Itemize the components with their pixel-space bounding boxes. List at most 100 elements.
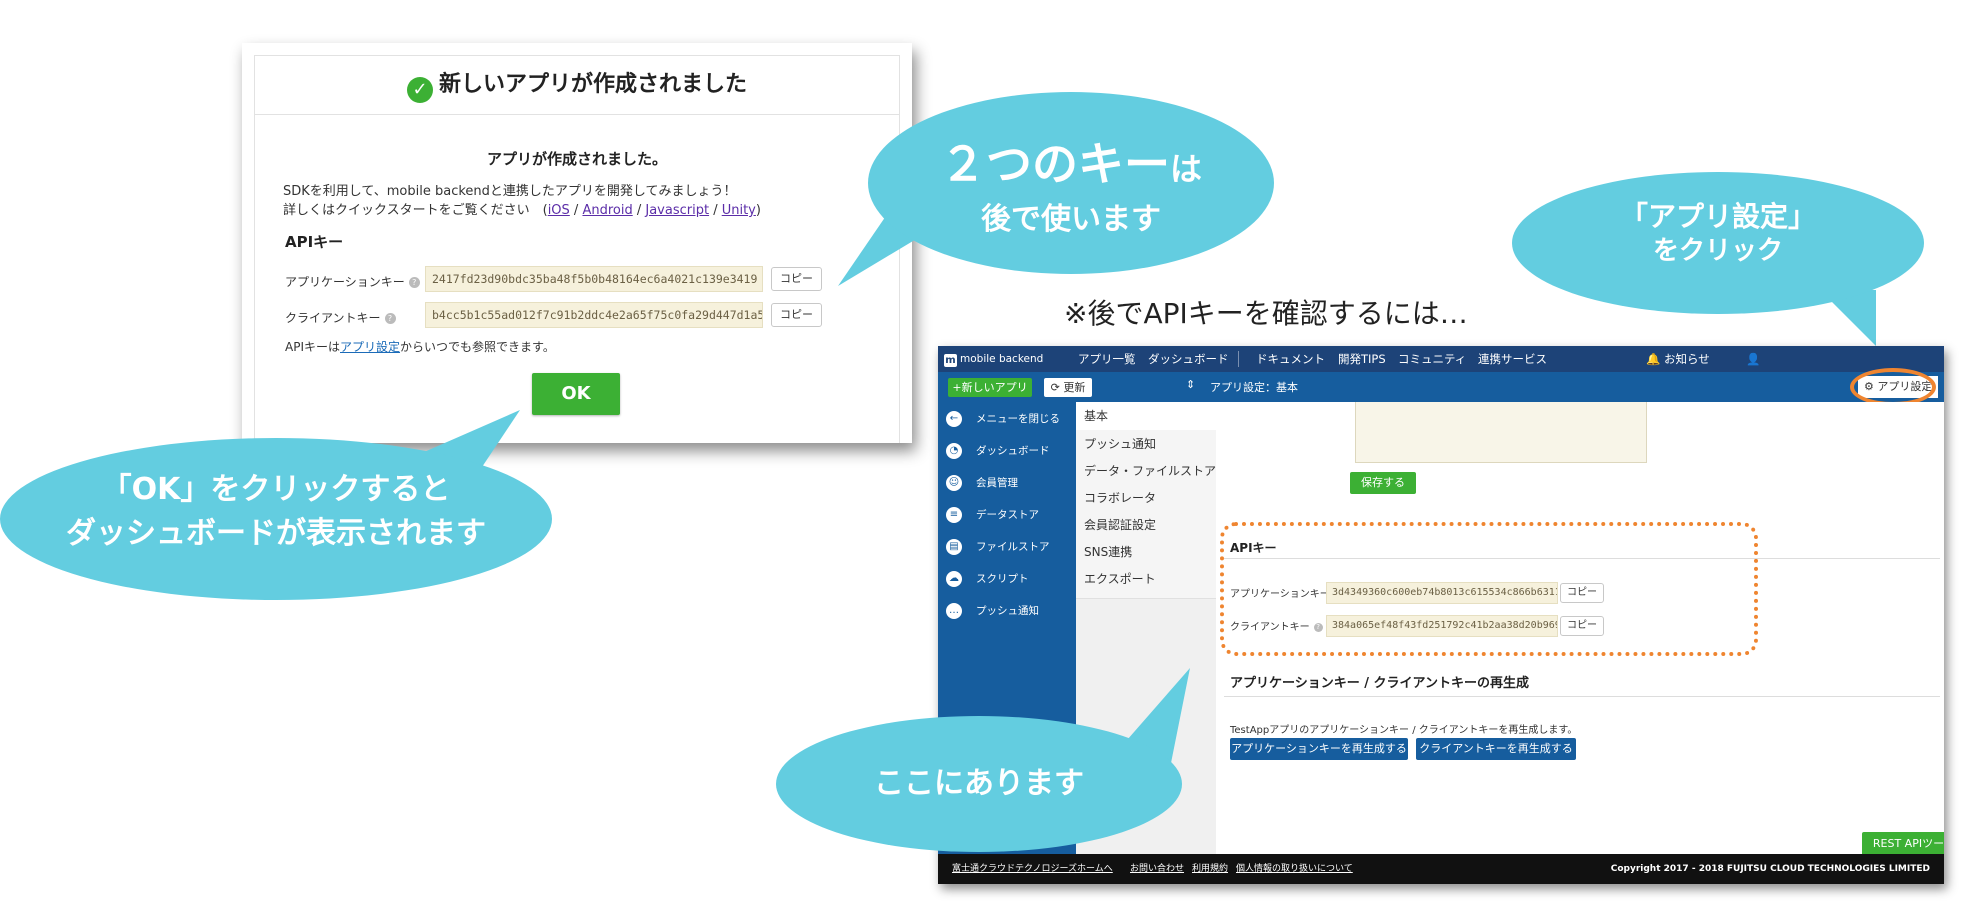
note-suffix: からいつでも参照できます。 (400, 340, 555, 354)
help-icon[interactable]: ? (408, 277, 420, 288)
sidebar-label: ファイルストア (976, 541, 1050, 553)
settings-highlight-circle (1850, 368, 1936, 406)
sidebar-item-dashboard[interactable]: ◔ ダッシュボード (938, 436, 1076, 466)
keys-bubble-small: は (1169, 150, 1202, 188)
sidebar-label: メニューを閉じる (976, 413, 1060, 425)
users-icon: ☺ (946, 475, 962, 491)
top-bar: m mobile backend アプリ一覧 ダッシュボード ドキュメント 開発T… (938, 346, 1944, 372)
sidebar-label: スクリプト (976, 573, 1029, 585)
nav-tips[interactable]: 開発TIPS (1338, 346, 1386, 372)
settings-bubble-line2: をクリック (1652, 236, 1783, 266)
regen-client-key-button[interactable]: クライアントキーを再生成する (1416, 738, 1576, 760)
nav-community[interactable]: コミュニティ (1398, 346, 1466, 372)
check-icon: ✓ (406, 77, 433, 103)
ok-bubble-text: 「OK」をクリックすると ダッシュボードが表示されます (0, 468, 552, 556)
sidebar-close-menu[interactable]: ← メニューを閉じる (938, 404, 1076, 434)
copy-client-key-button[interactable]: コピー (1560, 616, 1604, 636)
sidebar-label: ダッシュボード (976, 445, 1050, 457)
regen-heading: アプリケーションキー / クライアントキーの再生成 (1230, 676, 1530, 691)
description-textarea[interactable] (1355, 402, 1647, 463)
client-key-label-text: クライアントキー (1230, 622, 1310, 633)
logo-text: mobile backend (960, 353, 1044, 365)
link-unity[interactable]: Unity (722, 203, 756, 218)
nav-app-list[interactable]: アプリ一覧 (1078, 346, 1136, 372)
new-app-button[interactable]: +新しいアプリ (948, 378, 1032, 397)
dialog-subtitle: アプリが作成されました。 (486, 150, 667, 168)
help-icon[interactable]: ? (384, 313, 396, 324)
footer-link-home[interactable]: 富士通クラウドテクノロジーズホームへ (952, 854, 1113, 884)
note-heading: ※後でAPIキーを確認するには… (1064, 297, 1468, 330)
copyright: Copyright 2017 - 2018 FUJITSU CLOUD TECH… (1610, 864, 1930, 874)
nav-docs[interactable]: ドキュメント (1256, 346, 1325, 372)
ok-bubble-line1: 「OK」をクリックすると (101, 472, 451, 507)
submenu-export[interactable]: エクスポート (1076, 565, 1216, 599)
divider (1224, 558, 1940, 559)
dialog-title-text: 新しいアプリが作成されました (438, 72, 747, 97)
footer-link-contact[interactable]: お問い合わせ (1130, 854, 1184, 884)
notice-link[interactable]: 🔔 お知らせ (1646, 346, 1710, 372)
gauge-icon: ◔ (946, 443, 962, 459)
here-bubble-text: ここにあります (874, 766, 1084, 801)
keys-bubble-text: ２つのキーは 後で使います (868, 128, 1274, 238)
copy-app-key-button[interactable]: コピー (771, 267, 822, 291)
notice-label: お知らせ (1663, 352, 1710, 366)
sdk-intro-text: SDKを利用して、mobile backendと連携したアプリを開発してみましょ… (283, 184, 737, 199)
settings-bubble-text: 「アプリ設定」 をクリック (1512, 198, 1924, 266)
sidebar-item-push[interactable]: … プッシュ通知 (938, 596, 1076, 626)
app-key-label-text: アプリケーションキー (1230, 589, 1330, 600)
main-content: 保存する APIキー アプリケーションキー? 3d4349360c600eb74… (1216, 402, 1944, 884)
link-separator: / (632, 203, 646, 218)
client-key-field[interactable]: 384a065ef48f43fd251792c41b2aa38d20b96994… (1326, 615, 1558, 637)
footer: 富士通クラウドテクノロジーズホームへ お問い合わせ 利用規約 個人情報の取り扱い… (938, 854, 1944, 884)
app-key-field[interactable]: 2417fd23d90bdc35ba48f5b0b48164ec6a4021c1… (425, 266, 763, 292)
sidebar-item-datastore[interactable]: ≡ データストア (938, 500, 1076, 530)
nav-dashboard[interactable]: ダッシュボード (1148, 346, 1229, 372)
regen-text: TestAppアプリのアプリケーションキー / クライアントキーを再生成します。 (1230, 725, 1578, 736)
link-separator: / (709, 203, 722, 218)
app-key-label: アプリケーションキー? (285, 273, 420, 290)
quickstart-text: 詳しくはクイックスタートをご覧ください (iOS / Android / Jav… (283, 199, 761, 218)
app-key-field[interactable]: 3d4349360c600eb74b8013c615534c866b631139… (1326, 582, 1558, 604)
ok-bubble-line2: ダッシュボードが表示されます (66, 516, 486, 551)
refresh-icon: ⟳ (1050, 381, 1060, 394)
cloud-icon: ☁ (946, 571, 962, 587)
rest-api-tool-button[interactable]: REST APIツール (1862, 832, 1944, 856)
sidebar-item-script[interactable]: ☁ スクリプト (938, 564, 1076, 594)
save-button[interactable]: 保存する (1350, 472, 1416, 494)
nav-services[interactable]: 連携サービス (1478, 346, 1547, 372)
file-icon: ▤ (946, 539, 962, 555)
sidebar-item-filestore[interactable]: ▤ ファイルストア (938, 532, 1076, 562)
api-key-heading: APIキー (285, 233, 344, 251)
link-ios[interactable]: iOS (548, 203, 570, 218)
ncmb-logo: m mobile backend (944, 351, 1043, 367)
refresh-button[interactable]: ⟳ 更新 (1044, 378, 1092, 397)
chat-icon: … (946, 603, 962, 619)
footer-link-privacy[interactable]: 個人情報の取り扱いについて (1236, 854, 1353, 884)
api-key-heading: APIキー (1230, 541, 1277, 555)
nav-divider (1238, 351, 1239, 367)
app-switch-icon[interactable]: ⇕ (1186, 378, 1195, 391)
dialog-divider (255, 114, 899, 115)
link-javascript[interactable]: Javascript (645, 203, 709, 218)
divider (1224, 696, 1940, 697)
ok-button[interactable]: OK (532, 373, 620, 415)
app-settings-link[interactable]: アプリ設定 (340, 340, 400, 354)
sidebar-label: プッシュ通知 (976, 605, 1039, 617)
footer-link-terms[interactable]: 利用規約 (1192, 854, 1228, 884)
client-key-label-text: クライアントキー (285, 311, 381, 325)
client-key-field[interactable]: b4cc5b1c55ad012f7c91b2ddc4e2a65f75c0fa29… (425, 302, 763, 328)
note-prefix: APIキーは (285, 340, 340, 354)
regen-app-key-button[interactable]: アプリケーションキーを再生成する (1230, 738, 1408, 760)
table-icon: ≡ (946, 507, 962, 523)
logo-mark-icon: m (944, 354, 957, 367)
arrow-left-icon: ← (946, 411, 962, 427)
sidebar-label: データストア (976, 509, 1039, 521)
copy-app-key-button[interactable]: コピー (1560, 583, 1604, 603)
sidebar-item-members[interactable]: ☺ 会員管理 (938, 468, 1076, 498)
api-key-note: APIキーはアプリ設定からいつでも参照できます。 (285, 338, 555, 355)
copy-client-key-button[interactable]: コピー (771, 303, 822, 327)
link-android[interactable]: Android (582, 203, 632, 218)
help-icon[interactable]: ? (1313, 623, 1323, 632)
user-icon[interactable]: 👤 (1746, 346, 1760, 372)
dialog-title: ✓ 新しいアプリが作成されました (255, 66, 899, 103)
